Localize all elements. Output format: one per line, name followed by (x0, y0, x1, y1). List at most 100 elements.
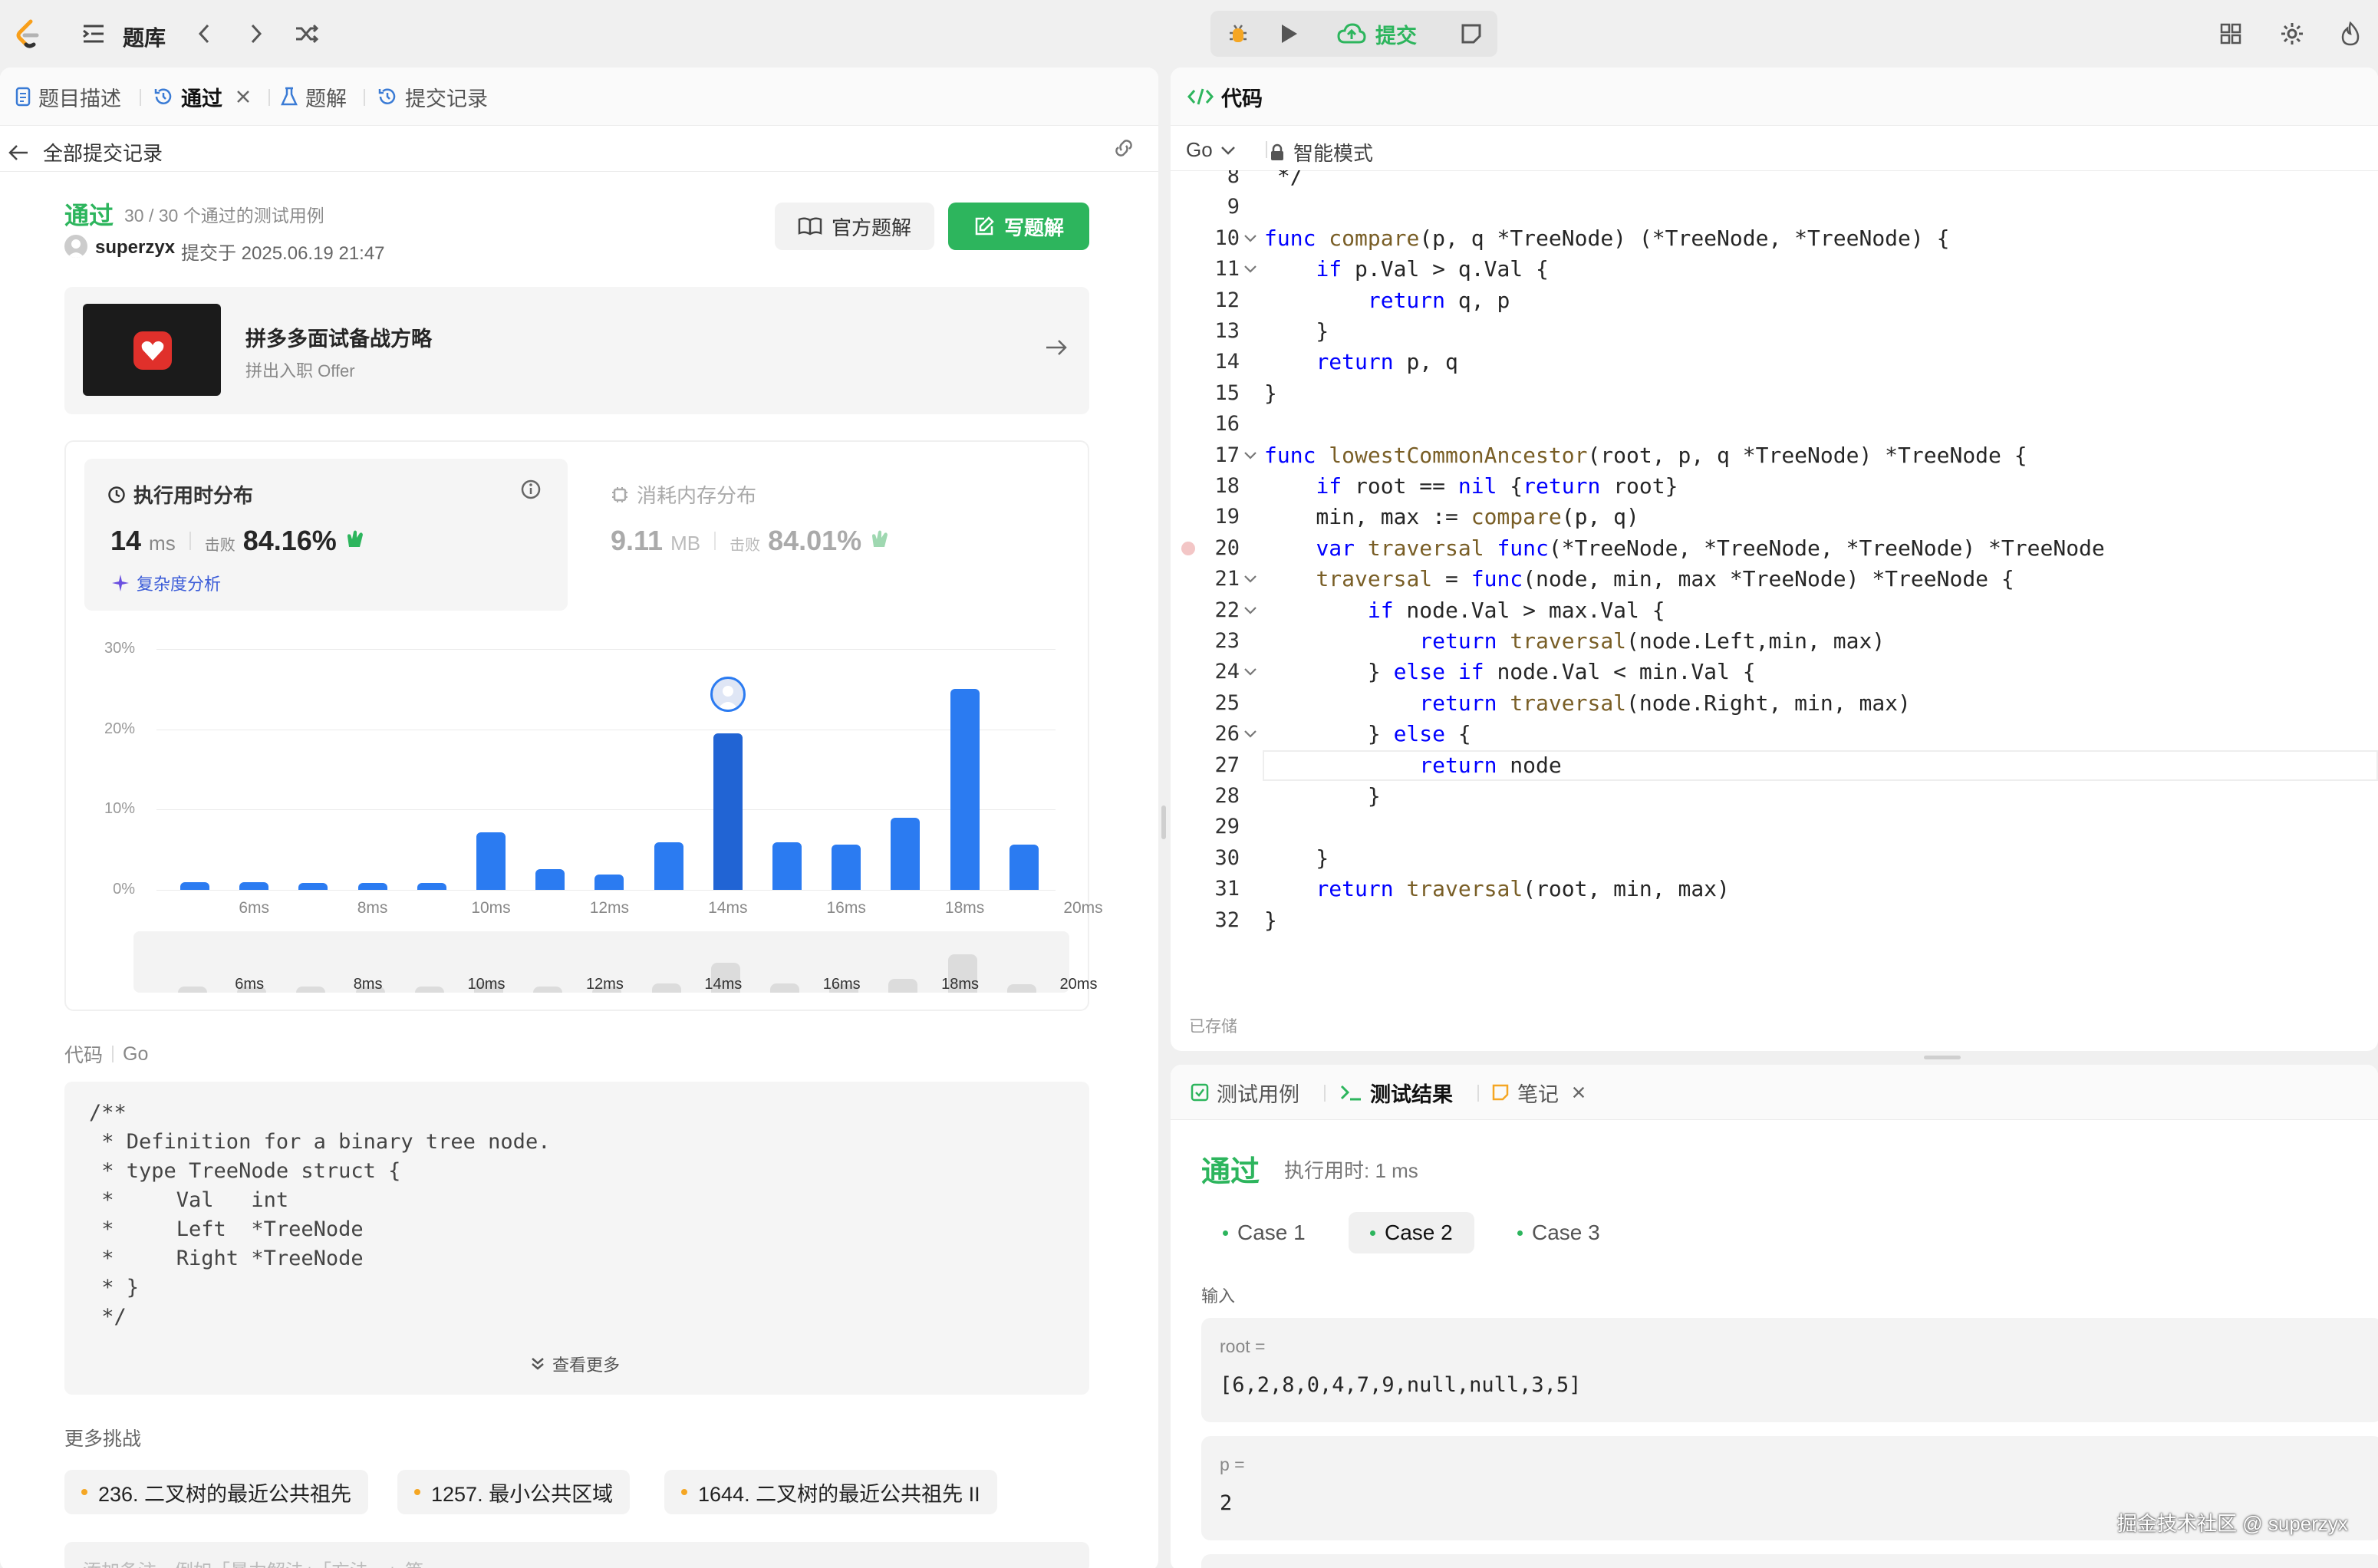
divider (1266, 141, 1267, 158)
document-icon (15, 87, 31, 107)
input-value: [6,2,8,0,4,7,9,null,null,3,5] (1220, 1373, 1582, 1397)
runtime-stats: 14 ms 击败 84.16% (110, 525, 367, 557)
line-number: 22 (1214, 598, 1240, 622)
breakpoint-dot[interactable] (1181, 541, 1195, 555)
code-line[interactable]: return traversal(node.Left,min, max) (1264, 626, 1885, 657)
pass-dot (1517, 1230, 1523, 1236)
code-line[interactable]: min, max := compare(p, q) (1264, 502, 1639, 532)
fold-chevron-icon[interactable] (1243, 231, 1258, 246)
prev-problem-icon[interactable] (187, 17, 221, 51)
code-line[interactable]: return p, q (1264, 347, 1457, 377)
show-more-button[interactable]: 查看更多 (529, 1352, 620, 1376)
code-line[interactable]: var traversal func(*TreeNode, *TreeNode,… (1264, 533, 2104, 564)
fold-chevron-icon[interactable] (1243, 603, 1258, 618)
shuffle-icon[interactable] (290, 17, 324, 51)
memory-stats: 9.11 MB 击败 84.01% (611, 525, 892, 557)
code-line[interactable]: if node.Val > max.Val { (1264, 595, 1665, 626)
left-tab-bar: 题目描述 通过 题解 提交记录 (0, 68, 1158, 126)
memory-title[interactable]: 消耗内存分布 (611, 480, 756, 509)
case-tab-3[interactable]: Case 3 (1496, 1212, 1622, 1253)
difficulty-dot (414, 1489, 420, 1495)
layout-grid-icon[interactable] (2214, 17, 2248, 51)
code-line[interactable]: } (1264, 378, 1277, 409)
next-problem-icon[interactable] (239, 17, 273, 51)
tab-code[interactable]: 代码 (1187, 81, 1263, 112)
tab-description[interactable]: 题目描述 (15, 81, 121, 112)
code-line[interactable]: return traversal(node.Right, min, max) (1264, 688, 1911, 719)
code-line[interactable]: } (1264, 905, 1277, 936)
tab-accepted-label: 通过 (181, 87, 222, 110)
fold-chevron-icon[interactable] (1243, 572, 1258, 587)
code-line[interactable]: } (1264, 316, 1329, 347)
code-line[interactable]: } else if node.Val < min.Val { (1264, 657, 1756, 687)
saved-status: 已存储 (1189, 1018, 1237, 1036)
horizontal-resize-handle[interactable] (1924, 1056, 1961, 1059)
settings-gear-icon[interactable] (2275, 17, 2309, 51)
official-solution-button[interactable]: 官方题解 (775, 203, 934, 250)
top-bar: 题库 提交 (0, 0, 2378, 68)
tab-testcases[interactable]: 测试用例 (1191, 1077, 1299, 1108)
code-editor[interactable]: 8 */ 9 10 func compare(p, q *TreeNode) (*Tr… (1171, 170, 2378, 968)
code-line[interactable]: return traversal(root, min, max) (1264, 874, 1729, 904)
tab-test-result[interactable]: 测试结果 (1339, 1077, 1453, 1108)
case-tab-1[interactable]: Case 1 (1201, 1212, 1327, 1253)
code-line[interactable]: return node (1264, 750, 1561, 781)
sparkle-icon (112, 575, 129, 591)
clock-icon (108, 486, 125, 503)
info-icon[interactable] (520, 479, 542, 500)
language-select[interactable]: Go (1186, 138, 1236, 162)
smart-mode-toggle[interactable]: 智能模式 (1269, 138, 1373, 166)
leetcode-logo-icon[interactable] (11, 17, 44, 51)
code-line[interactable]: } else { (1264, 719, 1471, 749)
code-line[interactable]: if p.Val > q.Val { (1264, 254, 1548, 285)
share-link-icon[interactable] (1111, 137, 1137, 160)
line-number: 21 (1214, 567, 1240, 591)
code-line[interactable]: traversal = func(node, min, max *TreeNod… (1264, 564, 2014, 595)
code-line[interactable]: if root == nil {return root} (1264, 471, 1678, 502)
challenge-chip[interactable]: 236. 二叉树的最近公共祖先 (64, 1470, 369, 1514)
challenge-chip[interactable]: 1257. 最小公共区域 (397, 1470, 631, 1514)
memory-value: 9.11 (611, 525, 664, 556)
tab-solutions[interactable]: 题解 (281, 81, 347, 112)
note-input[interactable]: 添加备注，例如「暴力解法」「方法一」等 (64, 1542, 1089, 1568)
library-link[interactable]: 题库 (123, 21, 166, 52)
code-line[interactable]: } (1264, 781, 1381, 812)
code-line[interactable]: } (1264, 843, 1329, 874)
arrow-right-icon[interactable] (1045, 338, 1068, 357)
code-line[interactable]: func compare(p, q *TreeNode) (*TreeNode,… (1264, 223, 1949, 254)
tab-notes[interactable]: 笔记 (1491, 1077, 1586, 1108)
code-line[interactable]: */ (1264, 170, 1303, 192)
code-preview-line: * type TreeNode struct { (89, 1159, 401, 1183)
fold-chevron-icon[interactable] (1243, 448, 1258, 463)
tab-accepted[interactable]: 通过 (153, 81, 252, 112)
debug-icon[interactable] (1221, 17, 1255, 51)
fold-chevron-icon[interactable] (1243, 262, 1258, 277)
vertical-resize-handle[interactable] (1161, 805, 1166, 839)
challenge-label: 236. 二叉树的最近公共祖先 (98, 1482, 352, 1506)
line-number: 19 (1214, 505, 1240, 529)
tab-submissions[interactable]: 提交记录 (377, 81, 488, 112)
close-icon[interactable] (1571, 1085, 1586, 1100)
complexity-analysis-link[interactable]: 复杂度分析 (110, 571, 221, 595)
fold-chevron-icon[interactable] (1243, 664, 1258, 680)
tab-test-result-label: 测试结果 (1370, 1082, 1453, 1106)
code-line[interactable]: func lowestCommonAncestor(root, p, q *Tr… (1264, 440, 2027, 471)
case-tab-2[interactable]: Case 2 (1349, 1212, 1474, 1253)
line-number: 26 (1214, 722, 1240, 746)
avatar[interactable] (64, 235, 87, 258)
cloud-upload-icon (1337, 23, 1366, 44)
more-challenges-title: 更多挑战 (64, 1428, 142, 1450)
problem-list-icon[interactable] (77, 17, 110, 51)
write-solution-button[interactable]: 写题解 (948, 203, 1089, 250)
close-icon[interactable] (235, 88, 252, 105)
back-to-all-submissions[interactable]: 全部提交记录 (8, 138, 163, 166)
fold-chevron-icon[interactable] (1243, 726, 1258, 742)
code-line[interactable]: return q, p (1264, 285, 1510, 316)
challenge-chip[interactable]: 1644. 二叉树的最近公共祖先 II (664, 1470, 997, 1514)
note-icon[interactable] (1454, 17, 1488, 51)
chart-range-minimap[interactable] (133, 931, 1069, 993)
streak-flame-icon[interactable] (2334, 17, 2367, 51)
submit-button[interactable]: 提交 (1327, 17, 1427, 51)
username[interactable]: superzyx (95, 237, 175, 259)
run-button[interactable] (1272, 17, 1306, 51)
